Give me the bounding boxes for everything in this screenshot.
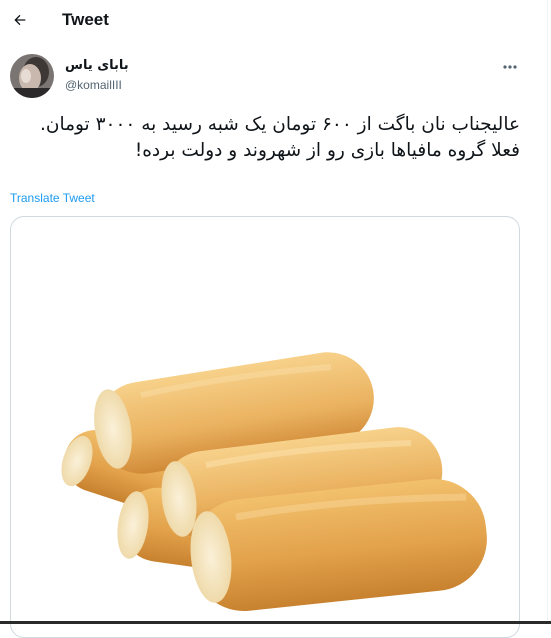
back-button[interactable] bbox=[6, 6, 34, 34]
avatar[interactable] bbox=[10, 54, 54, 98]
bread-image bbox=[61, 352, 487, 612]
author-handle[interactable]: @komailIII bbox=[65, 78, 122, 93]
page-title: Tweet bbox=[62, 10, 109, 29]
tweet-media[interactable] bbox=[10, 216, 520, 638]
tweet-line: فعلا گروه مافیاها بازی رو از شهروند و دو… bbox=[134, 140, 520, 161]
column-divider bbox=[547, 0, 548, 624]
more-horizontal-icon bbox=[503, 65, 517, 69]
translate-tweet-link[interactable]: Translate Tweet bbox=[10, 191, 95, 205]
tweet-text: عالیجناب نان باگت از ۶۰۰ تومان یک شبه رس… bbox=[10, 112, 520, 164]
author-display-name[interactable]: بابای یاس bbox=[65, 58, 129, 74]
more-options-button[interactable] bbox=[497, 57, 523, 77]
arrow-left-icon bbox=[14, 14, 26, 26]
tweet-line: عالیجناب نان باگت از ۶۰۰ تومان یک شبه رس… bbox=[39, 114, 520, 135]
top-bar: Tweet bbox=[0, 0, 551, 40]
